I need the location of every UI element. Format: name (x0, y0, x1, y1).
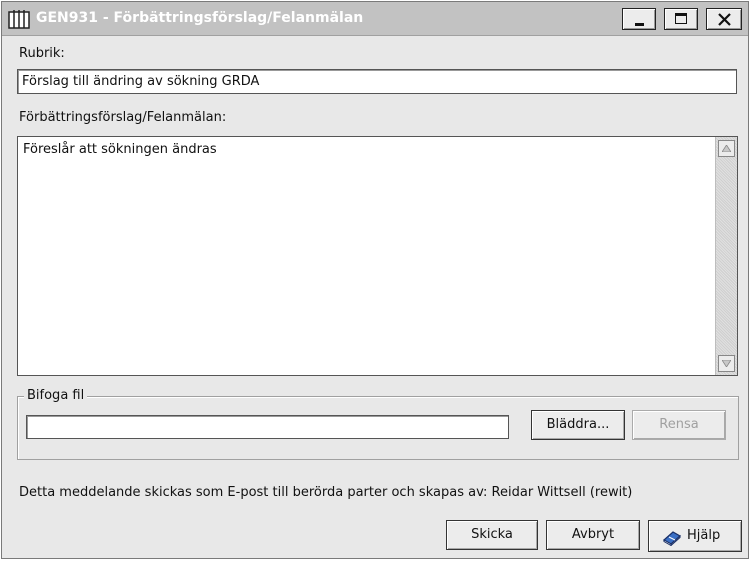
help-label: Hjälp (687, 528, 721, 543)
close-button[interactable] (706, 8, 742, 30)
description-textarea[interactable]: Föreslår att sökningen ändras (17, 136, 738, 376)
help-book-icon (662, 531, 682, 546)
dialog-window: GEN931 - Förbättringsförslag/Felanmälan … (1, 1, 749, 559)
close-icon (718, 13, 731, 26)
description-label: Förbättringsförslag/Felanmälan: (19, 110, 227, 125)
scroll-up-button[interactable] (718, 140, 735, 157)
help-button[interactable]: Hjälp (648, 520, 742, 552)
attachment-legend: Bifoga fil (24, 388, 88, 403)
minimize-button[interactable] (622, 8, 656, 30)
clear-button[interactable]: Rensa (632, 410, 726, 440)
cancel-button[interactable]: Avbryt (546, 520, 640, 550)
rubrik-input[interactable]: Förslag till ändring av sökning GRDA (17, 69, 737, 94)
maximize-button[interactable] (664, 8, 698, 30)
arrow-down-icon (722, 360, 731, 367)
browse-button[interactable]: Bläddra... (531, 410, 625, 440)
window-title: GEN931 - Förbättringsförslag/Felanmälan (36, 10, 364, 26)
rubrik-label: Rubrik: (19, 46, 65, 61)
arrow-up-icon (722, 145, 731, 152)
vertical-scrollbar[interactable] (715, 137, 737, 375)
app-window-icon (8, 10, 30, 29)
title-bar[interactable]: GEN931 - Förbättringsförslag/Felanmälan (2, 2, 748, 36)
description-text: Föreslår att sökningen ändras (23, 142, 217, 157)
info-text: Detta meddelande skickas som E-post till… (19, 485, 633, 500)
scroll-down-button[interactable] (718, 355, 735, 372)
send-button[interactable]: Skicka (446, 520, 538, 550)
attachment-file-input[interactable] (26, 415, 509, 439)
